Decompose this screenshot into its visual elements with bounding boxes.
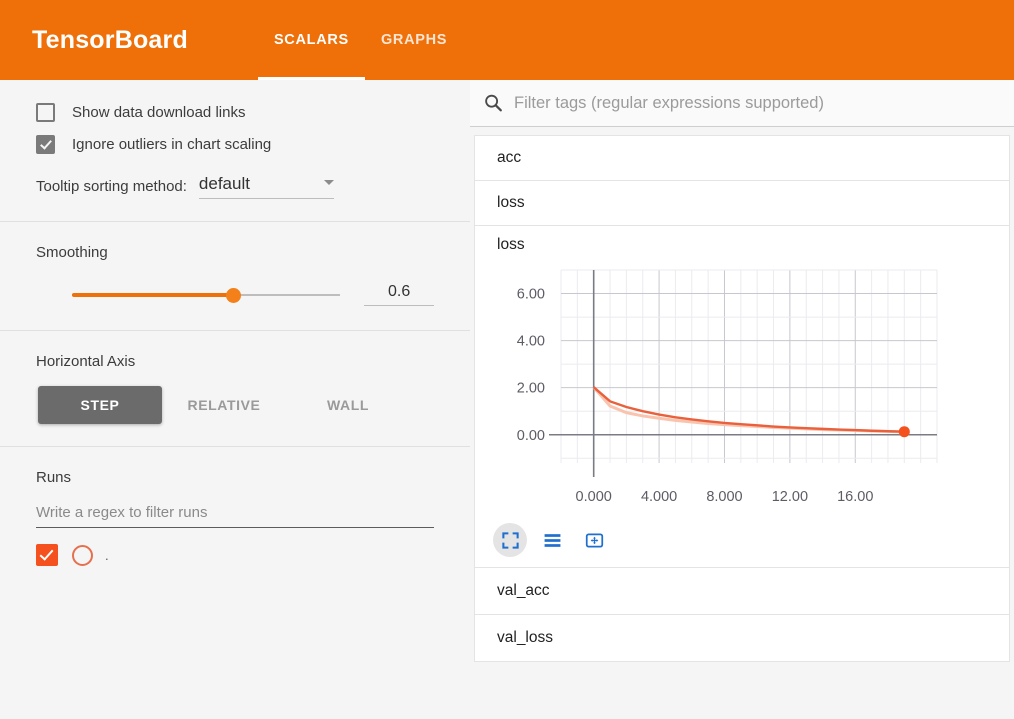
scalars-pane: Filter tags (regular expressions support…	[470, 80, 1014, 719]
tag-card-val-loss: val_loss	[474, 615, 1010, 662]
axis-button-relative[interactable]: RELATIVE	[162, 386, 286, 424]
ignore-outliers-row[interactable]: Ignore outliers in chart scaling	[36, 128, 434, 160]
chevron-down-icon	[324, 180, 334, 185]
run-list-item[interactable]: .	[36, 544, 434, 566]
fit-domain-button[interactable]	[577, 523, 611, 557]
tab-scalars-label: SCALARS	[274, 32, 349, 48]
smoothing-title: Smoothing	[36, 244, 434, 261]
svg-text:0.000: 0.000	[576, 489, 612, 505]
main-tabs: SCALARS GRAPHS	[258, 0, 463, 80]
smoothing-value-input[interactable]: 0.6	[364, 283, 434, 306]
tag-val-loss-title[interactable]: val_loss	[475, 615, 1009, 661]
tag-filter-input[interactable]: Filter tags (regular expressions support…	[514, 94, 824, 113]
smoothing-slider[interactable]	[72, 286, 340, 304]
ignore-outliers-label: Ignore outliers in chart scaling	[72, 136, 271, 153]
chart-title: loss	[497, 236, 1009, 254]
show-download-links-row[interactable]: Show data download links	[36, 96, 434, 128]
axis-button-wall[interactable]: WALL	[286, 386, 410, 424]
runs-title: Runs	[36, 469, 434, 486]
tooltip-sorting-select[interactable]: default	[199, 174, 334, 199]
svg-text:4.00: 4.00	[517, 334, 545, 350]
svg-text:0.00: 0.00	[517, 428, 545, 444]
divider-2	[0, 330, 470, 331]
run-checkbox[interactable]	[36, 544, 58, 566]
data-series-lines-icon	[542, 531, 563, 550]
tag-card-acc: acc	[474, 135, 1010, 181]
tag-card-loss: loss	[474, 181, 1010, 226]
tab-graphs[interactable]: GRAPHS	[365, 0, 463, 80]
divider-3	[0, 446, 470, 447]
svg-text:8.000: 8.000	[706, 489, 742, 505]
show-download-links-label: Show data download links	[72, 104, 245, 121]
runs-filter-input[interactable]: Write a regex to filter runs	[36, 504, 434, 528]
slider-knob[interactable]	[226, 288, 241, 303]
runs-section: Runs Write a regex to filter runs .	[0, 469, 470, 566]
divider-1	[0, 221, 470, 222]
chart-card-loss: loss 0.00 2.00 4.00 6.00 0.000 4.000 8.000 12.0…	[474, 226, 1010, 568]
horizontal-axis-section: Horizontal Axis STEP RELATIVE WALL	[0, 353, 470, 446]
ignore-outliers-checkbox[interactable]	[36, 135, 55, 154]
slider-fill	[72, 293, 233, 297]
app-title: TensorBoard	[32, 26, 188, 55]
tag-val-acc-title[interactable]: val_acc	[475, 568, 1009, 614]
tensorboard-app: TensorBoard SCALARS GRAPHS Show data dow…	[0, 0, 1014, 719]
smoothing-row: 0.6	[36, 283, 434, 306]
show-download-links-checkbox[interactable]	[36, 103, 55, 122]
loss-line-chart[interactable]: 0.00 2.00 4.00 6.00 0.000 4.000 8.000 12.00 16.0…	[497, 258, 947, 513]
tab-graphs-label: GRAPHS	[381, 32, 447, 48]
axis-button-wall-label: WALL	[327, 397, 369, 413]
tag-loss-title[interactable]: loss	[475, 181, 1009, 225]
svg-text:2.00: 2.00	[517, 381, 545, 397]
tag-card-val-acc: val_acc	[474, 568, 1010, 615]
search-icon	[482, 92, 504, 114]
app-header: TensorBoard SCALARS GRAPHS	[0, 0, 1014, 80]
tab-scalars[interactable]: SCALARS	[258, 0, 365, 80]
svg-text:6.00: 6.00	[517, 287, 545, 303]
svg-text:12.00: 12.00	[772, 489, 808, 505]
run-color-circle-icon	[72, 545, 93, 566]
tooltip-sorting-value: default	[199, 174, 250, 194]
tag-filter-row: Filter tags (regular expressions support…	[470, 80, 1014, 127]
tooltip-sorting-row: Tooltip sorting method: default	[36, 174, 434, 199]
axis-button-step-label: STEP	[81, 397, 120, 413]
expand-fullscreen-button[interactable]	[493, 523, 527, 557]
svg-text:4.000: 4.000	[641, 489, 677, 505]
fit-domain-icon	[584, 531, 605, 550]
horizontal-axis-title: Horizontal Axis	[36, 353, 434, 370]
chart-toolbar	[475, 519, 1009, 567]
smoothing-section: Smoothing 0.6	[0, 244, 470, 330]
settings-sidebar: Show data download links Ignore outliers…	[0, 80, 470, 719]
data-series-button[interactable]	[535, 523, 569, 557]
tooltip-sorting-label: Tooltip sorting method:	[36, 178, 187, 199]
axis-button-relative-label: RELATIVE	[188, 397, 261, 413]
horizontal-axis-buttons: STEP RELATIVE WALL	[38, 386, 434, 424]
chart-container: loss 0.00 2.00 4.00 6.00 0.000 4.000 8.000 12.0…	[475, 226, 1009, 519]
run-label: .	[105, 548, 109, 563]
axis-button-step[interactable]: STEP	[38, 386, 162, 424]
expand-fullscreen-icon	[501, 531, 520, 550]
svg-text:16.00: 16.00	[837, 489, 873, 505]
tag-acc-title[interactable]: acc	[475, 136, 1009, 180]
display-options-section: Show data download links Ignore outliers…	[0, 96, 470, 221]
